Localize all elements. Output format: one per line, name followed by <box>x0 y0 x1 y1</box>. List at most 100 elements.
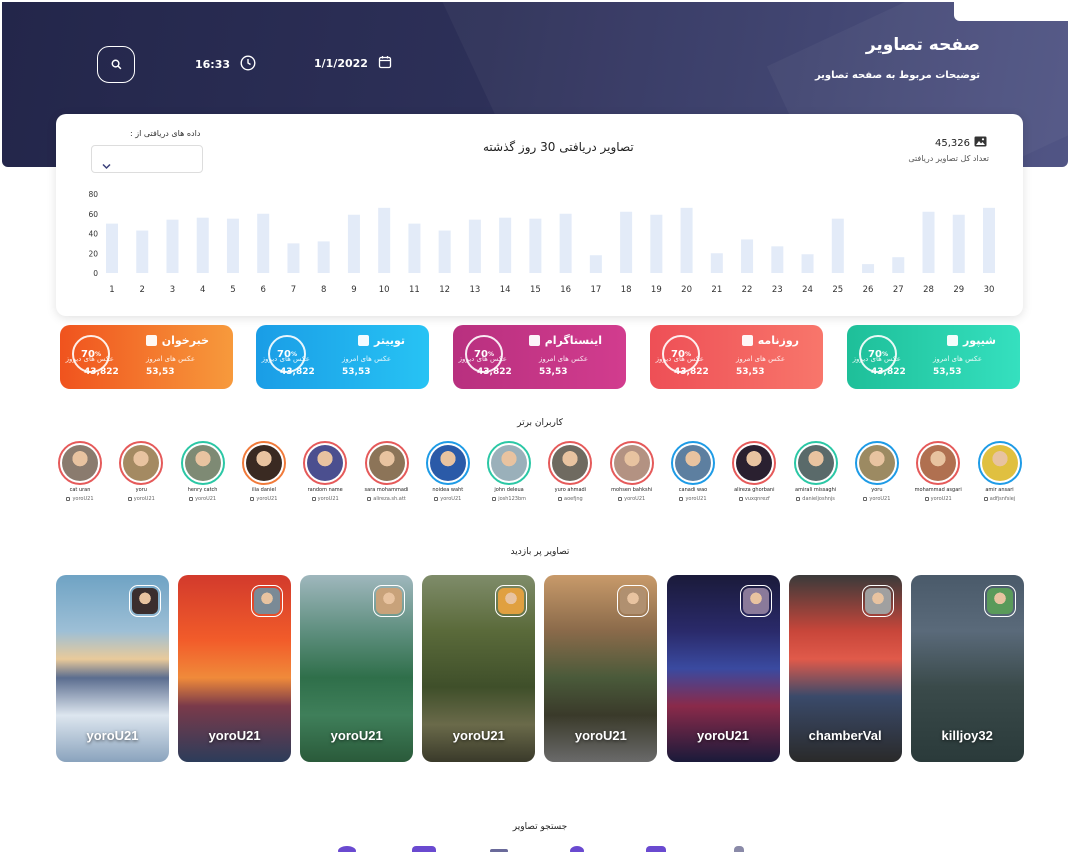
user-handle: yoroU21 <box>66 496 94 502</box>
top-user-item[interactable]: amirali missaghi danieljoshnjs <box>786 441 846 502</box>
top-user-item[interactable]: random name yoroU21 <box>295 441 355 502</box>
source-icon <box>528 335 540 346</box>
search-button[interactable] <box>97 46 135 83</box>
today-label: عکس های امروز <box>933 355 983 363</box>
avatar <box>180 441 225 485</box>
chart-bar[interactable] <box>801 254 814 273</box>
chart-bar[interactable] <box>317 241 330 273</box>
chart-bar[interactable] <box>257 213 270 273</box>
chart-bar[interactable] <box>620 211 633 273</box>
user-handle: yoroU21 <box>311 496 339 502</box>
user-name: amirali missaghi <box>795 487 837 493</box>
chart-bar[interactable] <box>468 219 481 273</box>
top-user-item[interactable]: mohammad asgari yoroU21 <box>908 441 968 502</box>
top-user-item[interactable]: john deleua josh123bm <box>479 441 539 502</box>
x-tick-label: 16 <box>560 285 571 295</box>
y-tick-label: 0 <box>93 269 98 278</box>
chart-bar[interactable] <box>983 207 995 273</box>
avatar <box>58 441 102 485</box>
popular-image-card[interactable]: chamberVal <box>788 575 902 762</box>
user-handle-text: josh123bm <box>498 496 526 502</box>
top-user-item[interactable]: amir ansari adfjsnfsiej <box>970 441 1030 502</box>
avatar <box>977 441 1022 485</box>
source-icon <box>946 335 958 346</box>
x-tick-label: 3 <box>170 285 175 295</box>
chart-bar[interactable] <box>831 218 844 273</box>
chart-bar[interactable] <box>378 207 391 273</box>
stat-card-sheypoor[interactable]: 70% شیپور عکس های امروز عکس های دیروز 53,53 4… <box>847 325 1020 389</box>
popular-image-card[interactable]: yoroU21 <box>666 575 780 762</box>
chart-bar[interactable] <box>136 230 149 273</box>
top-user-item[interactable]: alireza ghorbani vuxqnrezf <box>724 441 784 502</box>
chart-bar[interactable] <box>680 207 693 273</box>
chart-bar[interactable] <box>922 211 935 273</box>
calendar-icon <box>378 55 392 72</box>
source-icon <box>558 497 563 501</box>
popular-image-card[interactable]: yoroU21 <box>422 575 536 762</box>
filter-icon[interactable] <box>338 846 356 852</box>
popular-image-card[interactable]: killjoy32 <box>910 575 1024 762</box>
top-user-item[interactable]: henry catch yoroU21 <box>173 441 233 502</box>
y-tick-label: 40 <box>88 230 98 239</box>
stat-card-twitter[interactable]: 70% توییتر عکس های امروز عکس های دیروز 53,53… <box>256 325 429 389</box>
x-tick-label: 27 <box>893 285 904 295</box>
source-icon <box>492 497 497 501</box>
user-name: amir ansari <box>985 487 1014 493</box>
chart-bar[interactable] <box>589 255 602 273</box>
popular-image-card[interactable]: yoroU21 <box>178 575 292 762</box>
chart-bar[interactable] <box>106 223 118 273</box>
uploader-name: chamberVal <box>808 728 882 743</box>
yesterday-label: عکس های دیروز <box>655 355 704 363</box>
chart-bar[interactable] <box>741 239 754 273</box>
uploader-avatar <box>861 585 894 617</box>
camera-icon[interactable] <box>646 846 666 852</box>
top-user-item[interactable]: ilia daniel yoroU21 <box>234 441 294 502</box>
chart-bar[interactable] <box>892 257 905 273</box>
uploader-name: killjoy32 <box>941 728 993 743</box>
yesterday-label: عکس های دیروز <box>852 355 901 363</box>
stat-card-newspaper[interactable]: 70% روزنامه عکس های امروز عکس های دیروز 53,5… <box>650 325 823 389</box>
chart-bar[interactable] <box>226 218 239 273</box>
chart-bar[interactable] <box>710 253 723 273</box>
chart-bar[interactable] <box>862 264 875 273</box>
uploader-name: yoroU21 <box>696 728 750 743</box>
popular-image-card[interactable]: yoroU21 <box>56 575 169 762</box>
avatar <box>854 441 899 485</box>
user-handle: adfjsnfsiej <box>983 496 1015 502</box>
chart-bar[interactable] <box>559 213 572 273</box>
chart-bar[interactable] <box>196 217 209 273</box>
chart-bar[interactable] <box>529 218 542 273</box>
top-user-item[interactable]: mohsen bahkshi yoroU21 <box>602 441 662 502</box>
chart-bar[interactable] <box>347 214 360 273</box>
chart-bar[interactable] <box>650 214 663 273</box>
popular-image-card[interactable]: yoroU21 <box>300 575 414 762</box>
grid-icon[interactable] <box>412 846 436 852</box>
top-user-item[interactable]: yoru yoroU21 <box>111 441 171 502</box>
chart-bar[interactable] <box>499 217 512 273</box>
bar-chart: 0204060801 2 3 4 5 6 7 8 9 10 11 12 13 14 15 16 17 18 19 20… <box>88 190 995 295</box>
chart-bar[interactable] <box>952 214 965 273</box>
x-tick-label: 26 <box>863 285 874 295</box>
popular-image-card[interactable]: yoroU21 <box>544 575 658 762</box>
avatar <box>487 441 532 485</box>
source-icon <box>145 335 157 346</box>
user-name: sara mohammadi <box>364 487 409 493</box>
chart-bar[interactable] <box>771 246 784 273</box>
top-user-item[interactable]: yuro ahmadi aoefjng <box>540 441 600 502</box>
top-user-item[interactable]: yoru yoroU21 <box>847 441 907 502</box>
chart-bar[interactable] <box>166 219 179 273</box>
top-user-item[interactable]: cat uran yoroU21 <box>50 441 110 502</box>
chart-bar[interactable] <box>438 230 451 273</box>
top-user-item[interactable]: canadi wao yoroU21 <box>663 441 723 502</box>
user-icon[interactable] <box>570 846 584 852</box>
top-user-item[interactable]: sara mohammadi alireza.sh.att <box>357 441 417 502</box>
send-icon[interactable] <box>734 846 744 852</box>
stat-card-rss[interactable]: 70% خبرخوان عکس های امروز عکس های دیروز 53,5… <box>60 325 233 389</box>
chart-bar[interactable] <box>408 223 421 273</box>
source-icon <box>311 497 316 501</box>
top-user-item[interactable]: noidea waht yoroU21 <box>418 441 478 502</box>
chart-bar[interactable] <box>287 243 300 273</box>
stat-card-instagram[interactable]: 70% اینستاگرام عکس های امروز عکس های دیروز 5… <box>453 325 626 389</box>
x-tick-label: 4 <box>200 285 205 295</box>
yesterday-value: 43,822 <box>84 367 119 377</box>
